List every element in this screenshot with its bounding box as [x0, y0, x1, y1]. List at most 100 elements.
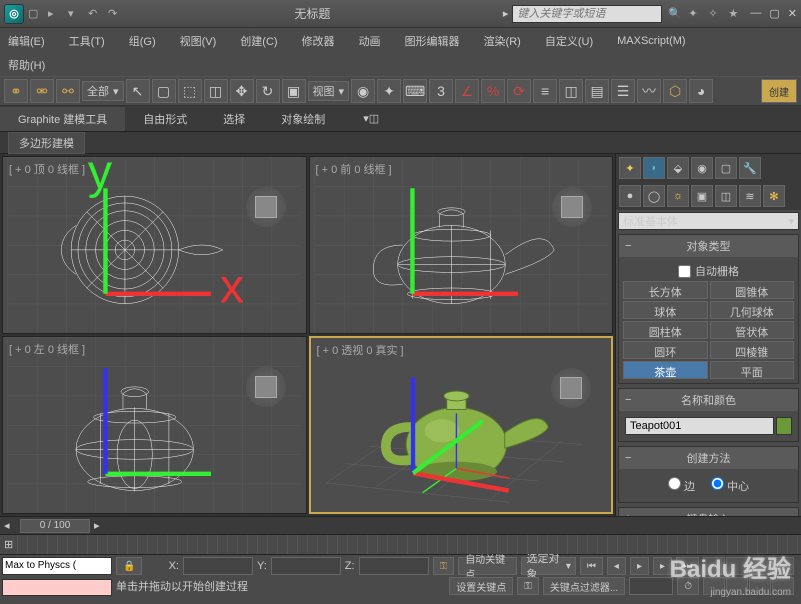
cylinder-button[interactable]: 圆柱体 — [623, 321, 708, 339]
helpers-icon[interactable]: ◫ — [715, 185, 737, 207]
maxscript-input[interactable] — [2, 579, 112, 597]
undo-icon[interactable]: ↶ — [88, 7, 102, 21]
viewport-left[interactable]: [ + 0 左 0 线框 ] — [2, 336, 307, 514]
keyfilter-button[interactable]: 关键点过滤器... — [543, 577, 625, 595]
menu-edit[interactable]: 编辑(E) — [8, 33, 45, 49]
rotate-icon[interactable]: ↻ — [256, 79, 280, 103]
binoculars-icon[interactable]: 🔍 — [668, 7, 682, 21]
play-next-icon[interactable]: ▸ — [653, 557, 672, 575]
x-input[interactable] — [183, 557, 253, 575]
menu-create[interactable]: 创建(C) — [240, 33, 277, 49]
rollout-toggle[interactable]: − — [625, 394, 631, 406]
spacewarps-icon[interactable]: ≋ — [739, 185, 761, 207]
menu-rendering[interactable]: 渲染(R) — [484, 33, 521, 49]
timeslider-next[interactable]: ▸ — [94, 519, 100, 532]
play-icon[interactable]: ▸ — [630, 557, 649, 575]
search-input[interactable] — [512, 5, 662, 23]
named-sets-icon[interactable]: ≡ — [533, 79, 557, 103]
time-config-icon[interactable]: ⏱ — [677, 577, 699, 595]
timeslider-prev[interactable]: ◂ — [4, 519, 10, 532]
object-name-input[interactable] — [625, 417, 774, 435]
maximize-button[interactable]: ▢ — [769, 7, 779, 20]
menu-tools[interactable]: 工具(T) — [69, 33, 105, 49]
hierarchy-tab-icon[interactable]: ⬙ — [667, 157, 689, 179]
menu-help[interactable]: 帮助(H) — [8, 57, 45, 73]
close-button[interactable]: ✕ — [788, 7, 797, 20]
tool2-icon[interactable]: ✧ — [708, 7, 722, 21]
rollout-toggle[interactable]: − — [625, 452, 631, 464]
maxscript-listener[interactable] — [2, 557, 112, 575]
schematic-icon[interactable]: ⬡ — [663, 79, 687, 103]
edge-radio[interactable]: 边 — [668, 477, 695, 494]
manip-icon[interactable]: ✦ — [377, 79, 401, 103]
timeslider-bar[interactable]: ◂ 0 / 100 ▸ — [0, 516, 801, 534]
refcoord-dropdown[interactable]: 视图▾ — [308, 81, 350, 101]
align-icon[interactable]: ▤ — [585, 79, 609, 103]
new-icon[interactable]: ▢ — [28, 7, 42, 21]
bind-icon[interactable]: ⚯ — [56, 79, 80, 103]
select-name-icon[interactable]: ▢ — [152, 79, 176, 103]
menu-graph[interactable]: 图形编辑器 — [405, 33, 460, 49]
keymode-dropdown[interactable]: 选定对象 ▾ — [521, 557, 575, 575]
y-input[interactable] — [271, 557, 341, 575]
zoomall-icon[interactable] — [726, 557, 748, 575]
ribbon-tab-freeform[interactable]: 自由形式 — [125, 107, 205, 131]
category-dropdown[interactable]: 标准基本体▾ — [618, 212, 799, 230]
ribbon-dropdown-icon[interactable]: ▾◫ — [363, 112, 379, 125]
setkey-button[interactable]: 设置关键点 — [449, 577, 513, 595]
menu-maxscript[interactable]: MAXScript(M) — [617, 35, 685, 47]
menu-group[interactable]: 组(G) — [129, 33, 156, 49]
select-icon[interactable]: ↖ — [126, 79, 150, 103]
frame-input[interactable] — [629, 577, 673, 595]
redo-icon[interactable]: ↷ — [108, 7, 122, 21]
autokey-button[interactable]: 自动关键点 — [458, 557, 517, 575]
lock-icon[interactable]: 🔒 — [116, 557, 142, 575]
center-radio[interactable]: 中心 — [711, 477, 749, 494]
play-prev-icon[interactable]: ◂ — [607, 557, 626, 575]
ribbon-tab-selection[interactable]: 选择 — [205, 107, 263, 131]
menu-modifiers[interactable]: 修改器 — [302, 33, 335, 49]
create-set-icon[interactable]: 创建 — [761, 79, 797, 103]
color-swatch[interactable] — [776, 417, 792, 435]
teapot-button[interactable]: 茶壶 — [623, 361, 708, 379]
create-tab-icon[interactable]: ✦ — [619, 157, 641, 179]
play-start-icon[interactable]: ⏮ — [580, 557, 603, 575]
display-tab-icon[interactable]: ▢ — [715, 157, 737, 179]
maximize-viewport-icon[interactable] — [772, 577, 794, 595]
ribbon-tab-paint[interactable]: 对象绘制 — [263, 107, 343, 131]
mirror-icon[interactable]: ◫ — [559, 79, 583, 103]
autogrid-checkbox[interactable] — [678, 265, 691, 278]
minimize-button[interactable]: — — [750, 7, 761, 20]
plane-button[interactable]: 平面 — [710, 361, 795, 379]
systems-icon[interactable]: ✻ — [763, 185, 785, 207]
polymodeling-tab[interactable]: 多边形建模 — [8, 132, 85, 154]
layers-icon[interactable]: ☰ — [611, 79, 635, 103]
geosphere-button[interactable]: 几何球体 — [710, 301, 795, 319]
viewport-top[interactable]: [ + 0 顶 0 线框 ] xy — [2, 156, 307, 334]
orbit-icon[interactable] — [749, 577, 771, 595]
rollout-toggle[interactable]: − — [625, 240, 631, 252]
keyboard-icon[interactable]: ⌨ — [403, 79, 427, 103]
material-icon[interactable]: ◕ — [689, 79, 713, 103]
timeline[interactable]: ⊞ — [0, 534, 801, 554]
motion-tab-icon[interactable]: ◉ — [691, 157, 713, 179]
cone-button[interactable]: 圆锥体 — [710, 281, 795, 299]
save-icon[interactable]: ▾ — [68, 7, 82, 21]
tube-button[interactable]: 管状体 — [710, 321, 795, 339]
geometry-icon[interactable]: ● — [619, 185, 641, 207]
torus-button[interactable]: 圆环 — [623, 341, 708, 359]
viewport-perspective[interactable]: [ + 0 透视 0 真实 ] — [309, 336, 614, 514]
key-icon[interactable]: ⚿ — [433, 557, 455, 575]
curve-editor-icon[interactable]: 〰 — [637, 79, 661, 103]
cameras-icon[interactable]: ▣ — [691, 185, 713, 207]
box-button[interactable]: 长方体 — [623, 281, 708, 299]
pyramid-button[interactable]: 四棱锥 — [710, 341, 795, 359]
viewport-front[interactable]: [ + 0 前 0 线框 ] — [309, 156, 614, 334]
timeline-ruler[interactable] — [17, 535, 801, 554]
link-icon[interactable]: ⚭ — [4, 79, 28, 103]
play-end-icon[interactable]: ⏭ — [676, 557, 699, 575]
psnap-icon[interactable]: % — [481, 79, 505, 103]
unlink-icon[interactable]: ⚮ — [30, 79, 54, 103]
app-logo[interactable]: ◎ — [4, 4, 24, 24]
asnap-icon[interactable]: ∠ — [455, 79, 479, 103]
